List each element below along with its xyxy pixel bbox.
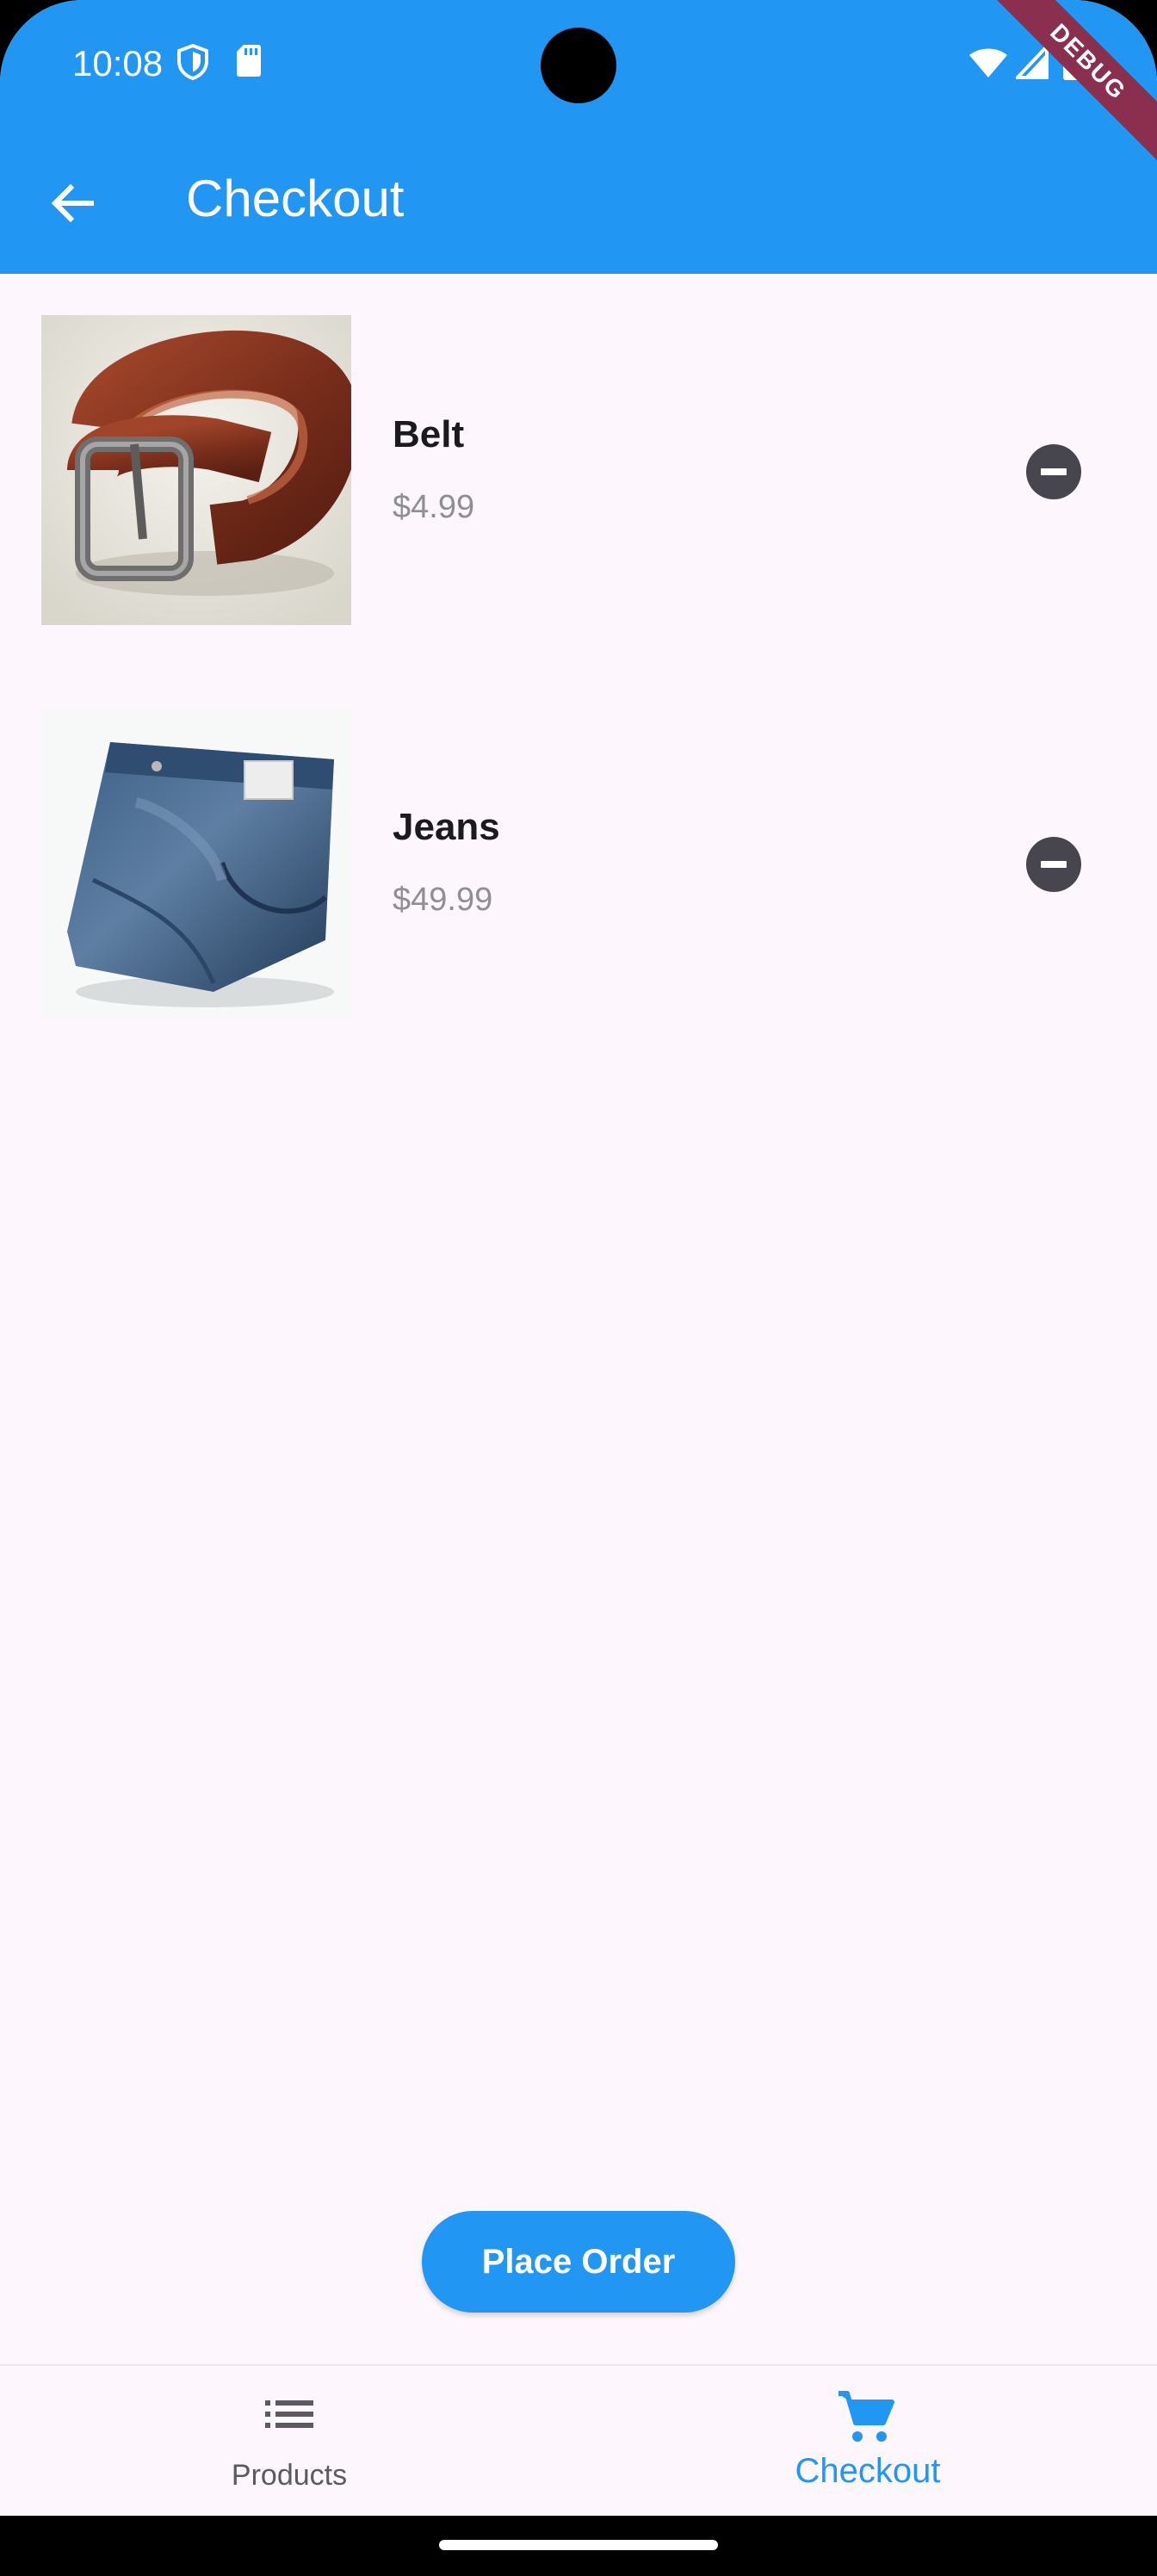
cart-icon [838,2391,894,2442]
minus-icon [1041,861,1067,868]
list-icon [265,2400,313,2428]
page-title: Checkout [186,170,405,227]
jeans-image [41,708,351,1018]
place-order-button[interactable]: Place Order [422,2211,735,2313]
minus-icon [1041,468,1067,475]
status-time: 10:08 [72,43,164,84]
remove-item-button[interactable] [1026,837,1081,892]
home-indicator[interactable] [439,2540,718,2550]
debug-banner: DEBUG [975,0,1157,175]
checkout-screen: 10:08 DEBUG Checkout Belt $4.99 Jeans $4… [0,0,1157,2516]
belt-image [41,315,351,625]
item-name: Jeans [393,806,500,848]
cart-item-belt: Belt $4.99 [0,315,1157,625]
wifi-icon [969,48,1007,77]
app-bar: 10:08 DEBUG Checkout [0,0,1157,274]
camera-cutout [541,28,616,103]
item-price: $4.99 [393,489,475,525]
cart-item-jeans: Jeans $49.99 [0,708,1157,1018]
signal-icon [1016,45,1049,79]
back-arrow-icon[interactable] [45,176,100,231]
item-name: Belt [393,413,465,455]
sd-card-icon [237,45,261,77]
nav-item-checkout[interactable]: Checkout [578,2366,1157,2516]
item-price: $49.99 [393,882,493,918]
nav-item-products[interactable]: Products [0,2366,578,2516]
bottom-navigation: Products Checkout [0,2364,1157,2516]
remove-item-button[interactable] [1026,444,1081,499]
nav-label-checkout: Checkout [795,2452,941,2490]
nav-label-products: Products [231,2459,348,2492]
shield-icon [177,43,208,81]
